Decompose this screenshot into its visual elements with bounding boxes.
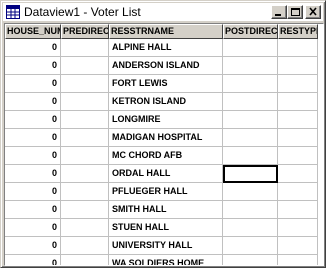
column-header-restype[interactable]: RESTYPE <box>278 24 318 39</box>
cell-predirect[interactable] <box>61 129 109 147</box>
table-row[interactable]: 0 SMITH HALL <box>5 201 318 219</box>
table-row[interactable]: 0 MC CHORD AFB <box>5 147 318 165</box>
cell-predirect[interactable] <box>61 255 109 265</box>
table-row[interactable]: 0 ALPINE HALL <box>5 39 318 57</box>
table-row[interactable]: 0 PFLUEGER HALL <box>5 183 318 201</box>
table-row[interactable]: 0 FORT LEWIS <box>5 75 318 93</box>
close-icon <box>309 7 317 16</box>
cell-predirect[interactable] <box>61 39 109 57</box>
cell-restype[interactable] <box>278 39 318 57</box>
cell-postdirect[interactable] <box>223 219 278 237</box>
cell-predirect[interactable] <box>61 165 109 183</box>
cell-predirect[interactable] <box>61 75 109 93</box>
cell-restype[interactable] <box>278 201 318 219</box>
cell-predirect[interactable] <box>61 201 109 219</box>
dataview-window: Dataview1 - Voter List HOUSE_NUM PREDIREC… <box>0 0 326 268</box>
table-row[interactable]: 0 KETRON ISLAND <box>5 93 318 111</box>
cell-resstrname[interactable]: KETRON ISLAND <box>109 93 223 111</box>
cell-restype[interactable] <box>278 183 318 201</box>
cell-restype[interactable] <box>278 93 318 111</box>
cell-predirect[interactable] <box>61 183 109 201</box>
cell-resstrname[interactable]: ANDERSON ISLAND <box>109 57 223 75</box>
focused-cell[interactable] <box>223 165 278 183</box>
cell-predirect[interactable] <box>61 237 109 255</box>
table-row[interactable]: 0 ORDAL HALL <box>5 165 318 183</box>
cell-house-num[interactable]: 0 <box>5 75 61 93</box>
cell-postdirect[interactable] <box>223 255 278 265</box>
cell-restype[interactable] <box>278 57 318 75</box>
table-header: HOUSE_NUMPREDIRECTRESSTRNAMEPOSTDIRECTRE… <box>5 24 323 39</box>
cell-resstrname[interactable]: ALPINE HALL <box>109 39 223 57</box>
cell-resstrname[interactable]: PFLUEGER HALL <box>109 183 223 201</box>
cell-postdirect[interactable] <box>223 129 278 147</box>
cell-resstrname[interactable]: UNIVERSITY HALL <box>109 237 223 255</box>
table-icon <box>6 5 20 19</box>
cell-predirect[interactable] <box>61 93 109 111</box>
cell-postdirect[interactable] <box>223 57 278 75</box>
column-header-predirect[interactable]: PREDIRECT <box>61 24 109 39</box>
title-bar[interactable]: Dataview1 - Voter List <box>3 3 323 21</box>
cell-restype[interactable] <box>278 147 318 165</box>
maximize-icon <box>291 8 300 16</box>
cell-restype[interactable] <box>278 129 318 147</box>
cell-predirect[interactable] <box>61 147 109 165</box>
cell-house-num[interactable]: 0 <box>5 93 61 111</box>
cell-postdirect[interactable] <box>223 111 278 129</box>
cell-house-num[interactable]: 0 <box>5 111 61 129</box>
cell-restype[interactable] <box>278 75 318 93</box>
cell-resstrname[interactable]: SMITH HALL <box>109 201 223 219</box>
cell-postdirect[interactable] <box>223 201 278 219</box>
cell-restype[interactable] <box>278 111 318 129</box>
cell-restype[interactable] <box>278 219 318 237</box>
minimize-icon <box>275 14 281 16</box>
minimize-button[interactable] <box>271 5 287 19</box>
close-button[interactable] <box>305 5 321 19</box>
cell-resstrname[interactable]: FORT LEWIS <box>109 75 223 93</box>
cell-house-num[interactable]: 0 <box>5 201 61 219</box>
cell-resstrname[interactable]: MADIGAN HOSPITAL <box>109 129 223 147</box>
table-row[interactable]: 0 ANDERSON ISLAND <box>5 57 318 75</box>
cell-postdirect[interactable] <box>223 147 278 165</box>
cell-predirect[interactable] <box>61 57 109 75</box>
table-row[interactable]: 0 UNIVERSITY HALL <box>5 237 318 255</box>
table-row[interactable]: 0 LONGMIRE <box>5 111 318 129</box>
cell-postdirect[interactable] <box>223 39 278 57</box>
cell-resstrname[interactable]: LONGMIRE <box>109 111 223 129</box>
cell-resstrname[interactable]: ORDAL HALL <box>109 165 223 183</box>
cell-postdirect[interactable] <box>223 93 278 111</box>
cell-house-num[interactable]: 0 <box>5 255 61 265</box>
cell-resstrname[interactable]: STUEN HALL <box>109 219 223 237</box>
cell-postdirect[interactable] <box>223 183 278 201</box>
cell-house-num[interactable]: 0 <box>5 219 61 237</box>
cell-house-num[interactable]: 0 <box>5 129 61 147</box>
maximize-button[interactable] <box>287 5 303 19</box>
cell-house-num[interactable]: 0 <box>5 165 61 183</box>
table-view[interactable]: HOUSE_NUMPREDIRECTRESSTRNAMEPOSTDIRECTRE… <box>4 23 324 266</box>
column-header-postdirect[interactable]: POSTDIRECT <box>223 24 278 39</box>
table-row[interactable]: 0 WA SOLDIERS HOME <box>5 255 318 265</box>
cell-restype[interactable] <box>278 237 318 255</box>
cell-restype[interactable] <box>278 255 318 265</box>
cell-house-num[interactable]: 0 <box>5 39 61 57</box>
cell-resstrname[interactable]: MC CHORD AFB <box>109 147 223 165</box>
cell-resstrname[interactable]: WA SOLDIERS HOME <box>109 255 223 265</box>
column-header-house-num[interactable]: HOUSE_NUM <box>5 24 61 39</box>
column-header-resstrname[interactable]: RESSTRNAME <box>109 24 223 39</box>
cell-restype[interactable] <box>278 165 318 183</box>
table-row[interactable]: 0 MADIGAN HOSPITAL <box>5 129 318 147</box>
cell-predirect[interactable] <box>61 111 109 129</box>
cell-predirect[interactable] <box>61 219 109 237</box>
cell-house-num[interactable]: 0 <box>5 237 61 255</box>
table-row[interactable]: 0 STUEN HALL <box>5 219 318 237</box>
cell-house-num[interactable]: 0 <box>5 57 61 75</box>
cell-house-num[interactable]: 0 <box>5 183 61 201</box>
cell-house-num[interactable]: 0 <box>5 147 61 165</box>
cell-postdirect[interactable] <box>223 75 278 93</box>
window-title: Dataview1 - Voter List <box>24 5 141 19</box>
cell-postdirect[interactable] <box>223 237 278 255</box>
